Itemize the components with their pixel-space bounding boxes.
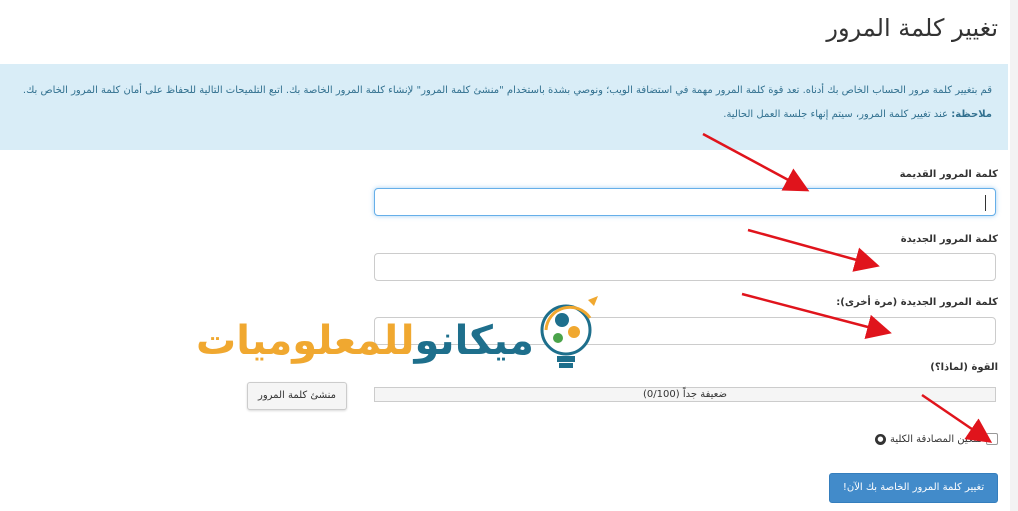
note-text: عند تغيير كلمة المرور، سيتم إنهاء جلسة ا… [723, 109, 949, 120]
old-password-input[interactable] [374, 188, 996, 216]
change-password-submit-button[interactable]: تغيير كلمة المرور الخاصة بك الآن! [829, 473, 998, 503]
text-caret [985, 195, 986, 211]
scrollbar-track[interactable] [1010, 0, 1018, 511]
strength-label[interactable]: القوة (لماذا؟) [930, 362, 998, 373]
new-password-label: كلمة المرور الجديدة [900, 234, 998, 245]
confirm-password-label: كلمة المرور الجديدة (مرة أخرى): [836, 297, 998, 308]
watermark-part2: للمعلوميات [196, 318, 415, 364]
checkbox-row: تمكين المصادقة الكلية ● [874, 433, 998, 445]
info-callout: قم بتغيير كلمة مرور الحساب الخاص بك أدنا… [0, 64, 1008, 150]
info-text: قم بتغيير كلمة مرور الحساب الخاص بك أدنا… [22, 85, 992, 96]
checkbox-label[interactable]: تمكين المصادقة الكلية [890, 434, 982, 445]
watermark-text: ميكانوللمعلوميات [196, 318, 534, 364]
new-password-input[interactable] [374, 253, 996, 281]
info-note: ملاحظة: عند تغيير كلمة المرور، سيتم إنها… [723, 108, 992, 122]
watermark-logo: ميكانوللمعلوميات [196, 296, 626, 390]
watermark-part1: ميكانو [414, 318, 534, 364]
lock-icon: ● [874, 433, 886, 445]
lightbulb-gears-icon [540, 296, 598, 368]
change-password-page: تغيير كلمة المرور قم بتغيير كلمة مرور ال… [0, 0, 1018, 511]
old-password-label: كلمة المرور القديمة [899, 169, 998, 180]
enable-auth-checkbox[interactable] [986, 433, 998, 445]
page-title: تغيير كلمة المرور [826, 14, 998, 42]
note-label: ملاحظة: [951, 109, 992, 120]
